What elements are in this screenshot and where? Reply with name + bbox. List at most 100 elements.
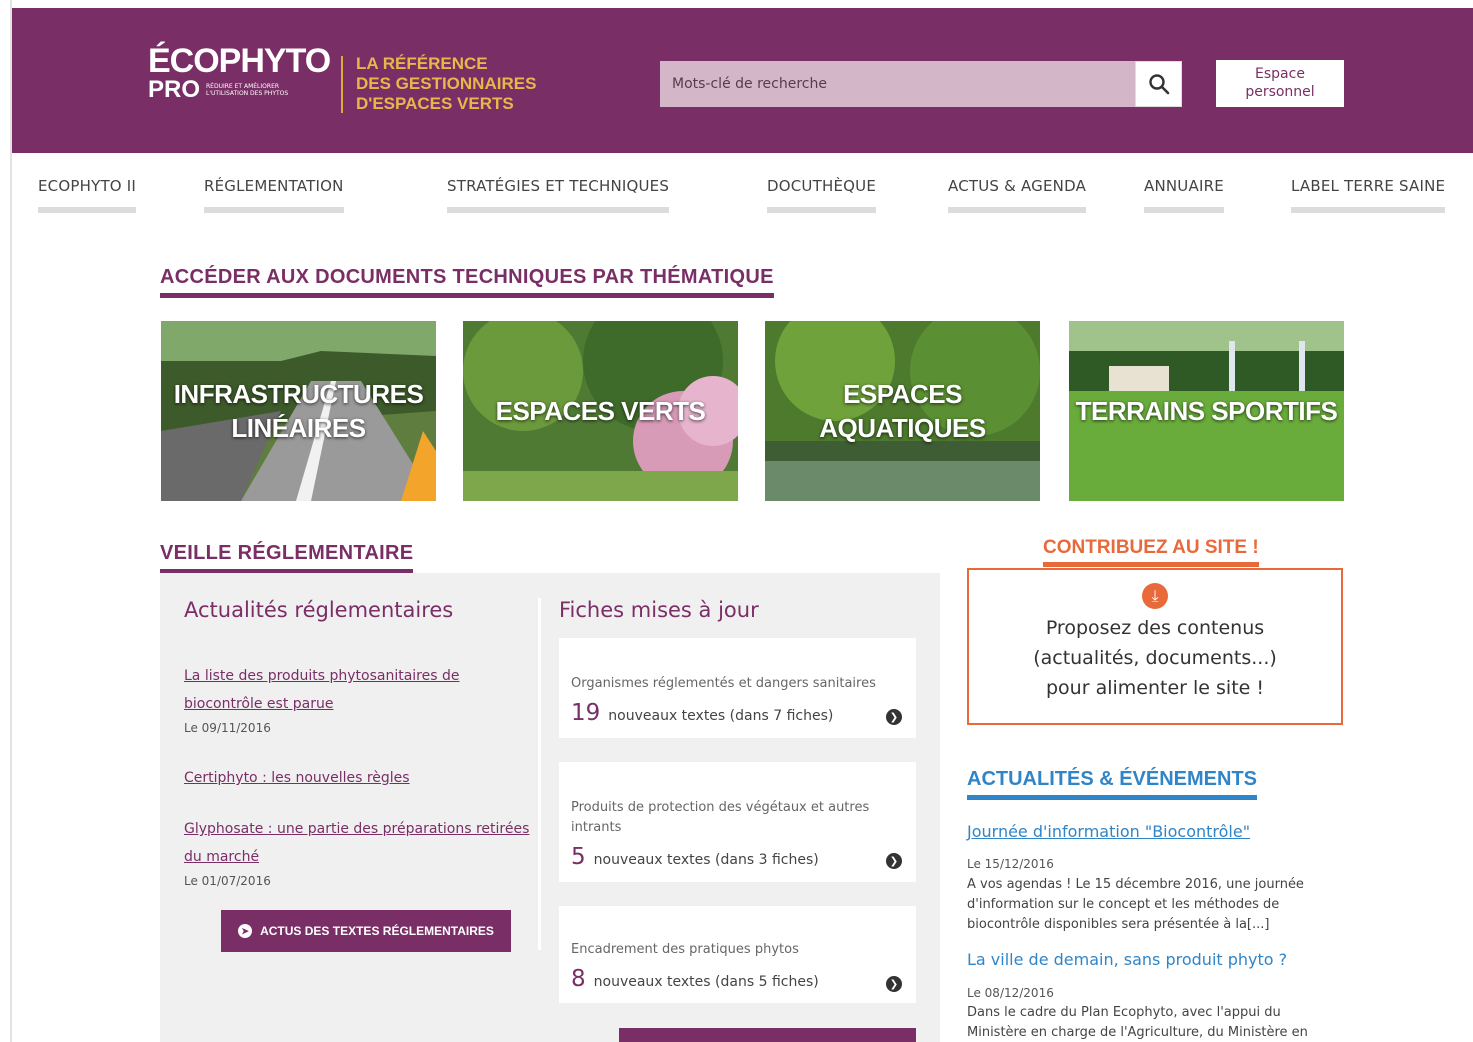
chevron-right-icon: ❯	[886, 709, 902, 725]
nav-label: RÉGLEMENTATION	[204, 177, 344, 195]
fiche-count-text-end: fiches)	[771, 852, 819, 868]
nav-item-docutheque[interactable]: DOCUTHÈQUE	[767, 177, 876, 213]
fiche-category: Organismes réglementés et dangers sanita…	[571, 676, 876, 691]
event-link-biocontrole[interactable]: Journée d'information "Biocontrôle"	[967, 822, 1250, 841]
tile-label-line-1: INFRASTRUCTURES	[173, 379, 424, 409]
chevron-right-icon: ❯	[886, 853, 902, 869]
fiche-sheets-number: 3	[758, 852, 768, 868]
contrib-line-2: (actualités, documents...)	[1033, 647, 1277, 669]
tile-label: ESPACES VERTS	[495, 396, 706, 426]
actus-reglementaires-title: Actualités réglementaires	[184, 598, 454, 622]
personal-space-button[interactable]: Espace personnel	[1216, 60, 1344, 107]
fiche-category: Produits de protection des végétaux et a…	[571, 800, 870, 835]
nav-label: ANNUAIRE	[1144, 177, 1224, 195]
fiches-button[interactable]	[619, 1028, 916, 1042]
fiche-card-produits[interactable]: Produits de protection des végétaux et a…	[559, 762, 916, 882]
news-link-biocontrole[interactable]: La liste des produits phytosanitaires de…	[184, 662, 540, 718]
news-link-glyphosate[interactable]: Glyphosate : une partie des préparations…	[184, 815, 540, 871]
veille-section-title: VEILLE RÉGLEMENTAIRE	[160, 542, 414, 574]
nav-item-label-terre-saine[interactable]: LABEL TERRE SAINE	[1291, 177, 1446, 213]
nav-item-reglementation[interactable]: RÉGLEMENTATION	[204, 177, 344, 213]
event-date: Le 15/12/2016	[967, 857, 1054, 871]
nav-item-ecophyto[interactable]: ECOPHYTO II	[38, 177, 137, 213]
personal-space-label-2: personnel	[1245, 84, 1315, 100]
news-date: Le 01/07/2016	[184, 874, 271, 888]
nav-item-actus-agenda[interactable]: ACTUS & AGENDA	[948, 177, 1087, 213]
tagline-line-2: DES GESTIONNAIRES	[356, 74, 537, 93]
fiches-title: Fiches mises à jour	[559, 598, 759, 622]
veille-title-text: VEILLE RÉGLEMENTAIRE	[160, 542, 414, 564]
theme-tile-espaces-aquatiques[interactable]: ESPACES AQUATIQUES	[765, 321, 1040, 501]
tile-label: INFRASTRUCTURES LINÉAIRES	[174, 377, 424, 445]
fiche-count-text: nouveaux textes (dans	[593, 974, 755, 990]
fiche-count: 5 nouveaux textes (dans 3 fiches)	[571, 844, 819, 870]
actus-textes-button-label: ACTUS DES TEXTES RÉGLEMENTAIRES	[260, 924, 494, 938]
events-title-underline	[967, 795, 1258, 800]
fiche-sheets-number: 7	[773, 708, 783, 724]
contrib-title-underline	[1043, 562, 1259, 567]
fiche-count-text-end: fiches)	[786, 708, 834, 724]
fiche-card-organismes[interactable]: Organismes réglementés et dangers sanita…	[559, 638, 916, 738]
personal-space-label-1: Espace	[1255, 66, 1305, 82]
logo-pro: PRO	[148, 76, 201, 103]
search-input[interactable]	[660, 61, 1135, 107]
nav-bar	[948, 207, 1087, 213]
nav-bar	[204, 207, 344, 213]
contrib-section-title: CONTRIBUEZ AU SITE !	[1043, 537, 1259, 567]
logo-title: ÉCOPHYTO	[148, 42, 331, 80]
event-date: Le 08/12/2016	[967, 986, 1054, 1000]
fiche-count-text-end: fiches)	[771, 974, 819, 990]
fiche-count-number: 8	[571, 966, 586, 992]
arrow-right-icon: ➤	[238, 924, 253, 938]
fiche-count-text: nouveaux textes (dans	[608, 708, 769, 724]
nav-bar	[447, 207, 670, 213]
nav-label: DOCUTHÈQUE	[767, 177, 876, 195]
news-link-certiphyto[interactable]: Certiphyto : les nouvelles règles	[184, 764, 540, 792]
event-link-ville-de-demain[interactable]: La ville de demain, sans produit phyto ?	[967, 950, 1287, 969]
nav-label: ECOPHYTO II	[38, 177, 137, 195]
news-date: Le 09/11/2016	[184, 721, 271, 735]
actus-textes-button[interactable]: ➤ ACTUS DES TEXTES RÉGLEMENTAIRES	[221, 910, 511, 952]
contrib-title-text: CONTRIBUEZ AU SITE !	[1043, 537, 1259, 558]
logo-baseline: RÉDUIRE ET AMÉLIORER L'UTILISATION DES P…	[206, 83, 289, 97]
nav-item-strategies[interactable]: STRATÉGIES ET TECHNIQUES	[447, 177, 670, 213]
nav-bar	[1291, 207, 1446, 213]
theme-tile-espaces-verts[interactable]: ESPACES VERTS	[463, 321, 738, 501]
fiche-count-text: nouveaux textes (dans	[593, 852, 755, 868]
logo-divider	[341, 56, 343, 113]
fiche-card-encadrement[interactable]: Encadrement des pratiques phytos 8 nouve…	[559, 906, 916, 1003]
site-tagline: LA RÉFÉRENCE DES GESTIONNAIRES D'ESPACES…	[356, 54, 536, 114]
fiche-category: Encadrement des pratiques phytos	[571, 942, 799, 957]
nav-bar	[767, 207, 876, 213]
fiche-sheets-number: 5	[758, 974, 768, 990]
fiche-count-number: 19	[571, 700, 601, 726]
theme-tile-terrains-sportifs[interactable]: TERRAINS SPORTIFS	[1069, 321, 1344, 501]
tile-label: ESPACES AQUATIQUES	[819, 379, 986, 443]
nav-label: ACTUS & AGENDA	[948, 177, 1087, 195]
fiche-count-number: 5	[571, 844, 586, 870]
theme-tile-infrastructures[interactable]: INFRASTRUCTURES LINÉAIRES	[161, 321, 436, 501]
search-bar	[660, 61, 1182, 107]
themes-title-text: ACCÉDER AUX DOCUMENTS TECHNIQUES PAR THÉ…	[160, 266, 774, 288]
site-logo[interactable]: ÉCOPHYTO PRO RÉDUIRE ET AMÉLIORER L'UTIL…	[148, 42, 331, 103]
events-section-title: ACTUALITÉS & ÉVÉNEMENTS	[967, 768, 1258, 800]
arrow-down-icon: ⤓	[1142, 583, 1168, 609]
contrib-text: Proposez des contenus (actualités, docum…	[967, 613, 1343, 703]
nav-bar	[38, 207, 137, 213]
nav-bar	[1144, 207, 1224, 213]
search-button[interactable]	[1135, 61, 1182, 107]
event-description: A vos agendas ! Le 15 décembre 2016, une…	[967, 877, 1304, 932]
tagline-line-3: D'ESPACES VERTS	[356, 94, 514, 113]
themes-section-title: ACCÉDER AUX DOCUMENTS TECHNIQUES PAR THÉ…	[160, 266, 774, 298]
tile-label: TERRAINS SPORTIFS	[1075, 396, 1338, 426]
page-frame	[0, 0, 12, 1042]
chevron-right-icon: ❯	[886, 976, 902, 992]
contrib-line-1: Proposez des contenus	[1045, 617, 1265, 639]
tile-label-line-2: LINÉAIRES	[231, 413, 366, 443]
fiche-count: 8 nouveaux textes (dans 5 fiches)	[571, 966, 819, 992]
search-icon	[1148, 74, 1169, 95]
fiche-count: 19 nouveaux textes (dans 7 fiches)	[571, 700, 833, 726]
nav-label: STRATÉGIES ET TECHNIQUES	[447, 177, 670, 195]
nav-item-annuaire[interactable]: ANNUAIRE	[1144, 177, 1224, 213]
themes-title-underline	[160, 293, 774, 298]
